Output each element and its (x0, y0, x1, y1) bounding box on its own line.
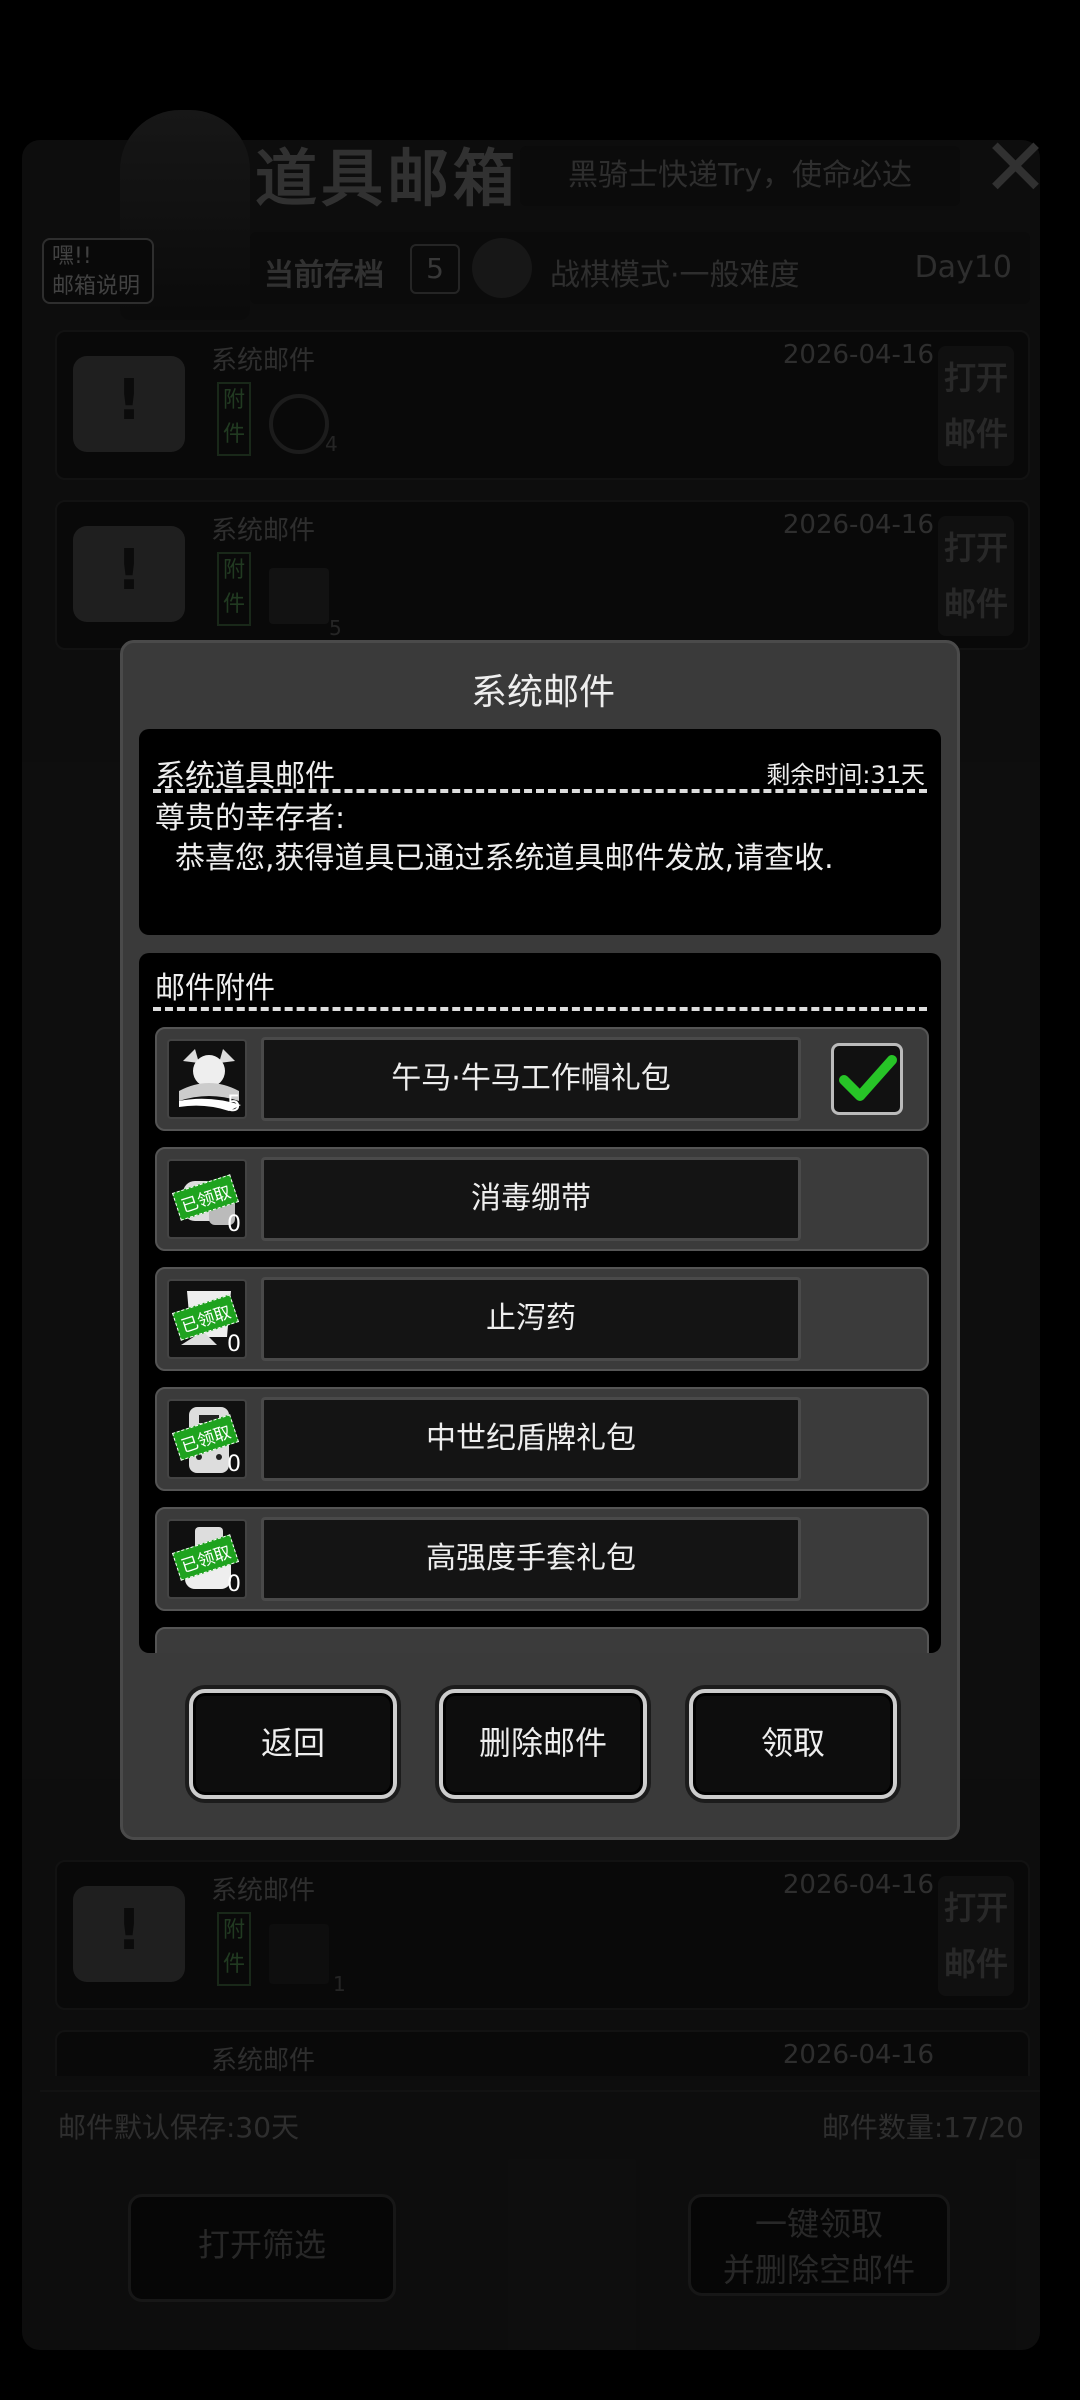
open-mail-button[interactable]: 打开 邮件 (938, 1876, 1014, 1996)
mailbox-title: 道具邮箱 (255, 142, 520, 215)
item-quantity: 0 (227, 1572, 241, 1597)
attachment-item[interactable]: 已领取 0 止泻药 (155, 1267, 929, 1371)
attachment-item[interactable] (155, 1627, 929, 1653)
item-name: 午马·牛马工作帽礼包 (261, 1037, 801, 1121)
mail-greeting: 尊贵的幸存者: (155, 801, 346, 836)
back-button[interactable]: 返回 (189, 1689, 397, 1799)
attachment-item[interactable]: 已领取 0 高强度手套礼包 (155, 1507, 929, 1611)
item-quantity: 0 (227, 1452, 241, 1477)
mode-avatar-icon (472, 238, 532, 298)
delete-mail-button[interactable]: 删除邮件 (439, 1689, 647, 1799)
attachment-item[interactable]: 已领取 0 消毒绷带 (155, 1147, 929, 1251)
dialog-title: 系统邮件 (470, 672, 615, 713)
attachment-item[interactable]: 5 午马·牛马工作帽礼包 (155, 1027, 929, 1131)
mail-date: 2026-04-16 (782, 1870, 934, 1900)
mail-row[interactable]: ! 系统邮件 2026-04-16 附件 4 打开 邮件 (55, 330, 1030, 480)
item-count: 1 (333, 1972, 346, 1996)
attachment-tag: 附件 (217, 382, 251, 456)
mail-alert-icon: ! (73, 356, 185, 452)
checkmark-icon (839, 1055, 897, 1101)
attachment-tag: 附件 (217, 552, 251, 626)
footer-divider (40, 2090, 1040, 2092)
mail-date: 2026-04-16 (782, 2040, 934, 2070)
mail-alert-icon: ! (73, 1886, 185, 1982)
item-name: 中世纪盾牌礼包 (261, 1397, 801, 1481)
mail-content-panel: 系统道具邮件 剩余时间:31天 尊贵的幸存者: 恭喜您,获得道具已通过系统道具邮… (139, 729, 941, 935)
item-name: 消毒绷带 (261, 1157, 801, 1241)
mail-name: 系统邮件 (211, 516, 316, 546)
save-status-bar: 当前存档 5 战棋模式·一般难度 Day10 (250, 232, 1030, 304)
close-icon[interactable]: ✕ (982, 128, 1049, 208)
mail-alert-icon: ! (73, 526, 185, 622)
mail-name: 系统邮件 (211, 2046, 316, 2076)
glove-icon: 已领取 0 (167, 1519, 247, 1599)
day-counter: Day10 (914, 250, 1012, 285)
mail-date: 2026-04-16 (782, 510, 934, 540)
save-label: 当前存档 (264, 258, 384, 293)
helmet-icon (269, 568, 329, 624)
dashed-divider (153, 1007, 927, 1011)
save-number: 5 (410, 244, 460, 294)
courier-slogan: 黑骑士快递Try，使命必达 (520, 146, 960, 206)
remaining-time: 剩余时间:31天 (766, 761, 925, 789)
mailbox-help-button[interactable]: 嘿!! 邮箱说明 (42, 238, 154, 304)
open-filter-button[interactable]: 打开筛选 (128, 2194, 396, 2302)
bandage-icon: 已领取 0 (167, 1159, 247, 1239)
game-mode: 战棋模式·一般难度 (550, 258, 800, 293)
mail-row[interactable]: ! 系统邮件 2026-04-16 附件 1 打开 邮件 (55, 1860, 1030, 2010)
open-mail-button[interactable]: 打开 邮件 (938, 346, 1014, 466)
attachments-panel[interactable]: 邮件附件 5 午马·牛马工作帽礼包 已领取 0 消毒绷带 已领取 0 止泻药 已… (139, 953, 941, 1653)
open-mail-button[interactable]: 打开 邮件 (938, 516, 1014, 636)
mail-date: 2026-04-16 (782, 340, 934, 370)
select-checkbox[interactable] (831, 1043, 903, 1115)
shield-icon: 已领取 0 (167, 1399, 247, 1479)
item-quantity: 5 (227, 1092, 241, 1117)
mail-name: 系统邮件 (211, 1876, 316, 1906)
attachment-tag: 附件 (217, 1912, 251, 1986)
item-name: 高强度手套礼包 (261, 1517, 801, 1601)
mail-name: 系统邮件 (211, 346, 316, 376)
attachments-heading: 邮件附件 (155, 971, 275, 1006)
mail-row[interactable]: 系统邮件 2026-04-16 (55, 2030, 1030, 2076)
mail-retention-note: 邮件默认保存:30天 (58, 2111, 300, 2144)
item-quantity: 0 (227, 1332, 241, 1357)
attachment-item[interactable]: 已领取 0 中世纪盾牌礼包 (155, 1387, 929, 1491)
item-count: 5 (329, 616, 342, 640)
whip-icon (269, 394, 329, 454)
mail-body: 恭喜您,获得道具已通过系统道具邮件发放,请查收. (175, 841, 834, 876)
mail-row[interactable]: ! 系统邮件 2026-04-16 附件 5 打开 邮件 (55, 500, 1030, 650)
item-count: 4 (325, 432, 338, 456)
medicine-icon: 已领取 0 (167, 1279, 247, 1359)
item-quantity: 0 (227, 1212, 241, 1237)
mail-count: 邮件数量:17/20 (821, 2111, 1024, 2144)
mail-detail-dialog: 系统邮件 系统道具邮件 剩余时间:31天 尊贵的幸存者: 恭喜您,获得道具已通过… (120, 640, 960, 1840)
claim-button[interactable]: 领取 (689, 1689, 897, 1799)
claim-all-button[interactable]: 一键领取 并删除空邮件 (688, 2194, 950, 2296)
work-cap-icon: 5 (167, 1039, 247, 1119)
item-name: 止泻药 (261, 1277, 801, 1361)
sword-icon (269, 1924, 329, 1984)
